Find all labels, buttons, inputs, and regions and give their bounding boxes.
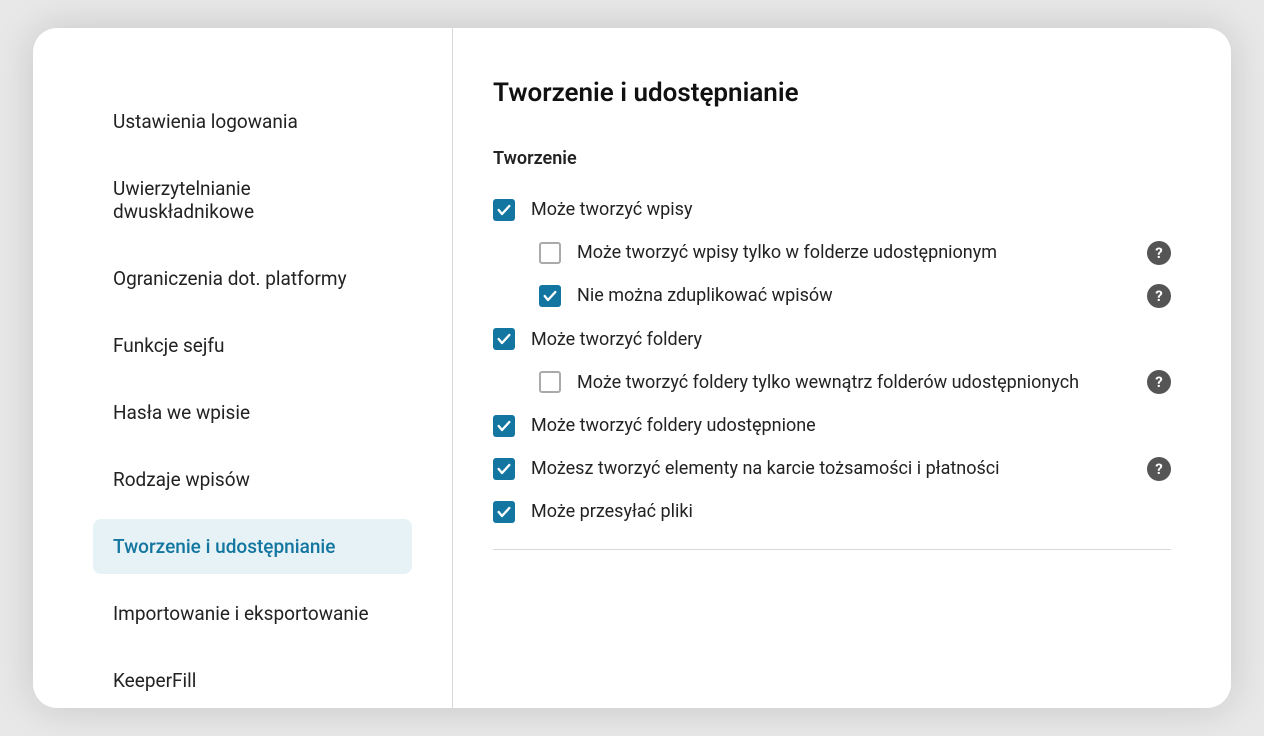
option-row-1: Może tworzyć wpisy tylko w folderze udos… (539, 240, 1171, 265)
option-label: Może tworzyć foldery tylko wewnątrz fold… (577, 370, 1131, 395)
options-list: Może tworzyć wpisy Może tworzyć wpisy tyl… (493, 197, 1171, 525)
checkbox-3[interactable] (493, 328, 515, 350)
help-icon[interactable]: ? (1147, 284, 1171, 308)
option-row-3: Może tworzyć foldery (493, 327, 1171, 352)
checkbox-2[interactable] (539, 285, 561, 307)
option-row-0: Może tworzyć wpisy (493, 197, 1171, 222)
sidebar-item-7[interactable]: Importowanie i eksportowanie (93, 586, 412, 641)
section-divider (493, 549, 1171, 550)
checkbox-1[interactable] (539, 242, 561, 264)
sidebar-item-0[interactable]: Ustawienia logowania (93, 94, 412, 149)
settings-card: Ustawienia logowania Uwierzytelnianie dwu… (33, 28, 1231, 708)
sidebar-item-5[interactable]: Rodzaje wpisów (93, 452, 412, 507)
option-label: Może tworzyć wpisy (531, 197, 1171, 222)
option-label: Nie można zduplikować wpisów (577, 283, 1131, 308)
option-label: Może tworzyć foldery udostępnione (531, 413, 1171, 438)
section-title: Tworzenie (493, 148, 1171, 169)
page-title: Tworzenie i udostępnianie (493, 78, 1171, 108)
sidebar-item-8[interactable]: KeeperFill (93, 653, 412, 708)
option-row-4: Może tworzyć foldery tylko wewnątrz fold… (539, 370, 1171, 395)
option-label: Może przesyłać pliki (531, 499, 1171, 524)
option-row-6: Możesz tworzyć elementy na karcie tożsam… (493, 456, 1171, 481)
sidebar-item-2[interactable]: Ograniczenia dot. platformy (93, 251, 412, 306)
checkbox-4[interactable] (539, 371, 561, 393)
settings-sidebar: Ustawienia logowania Uwierzytelnianie dwu… (33, 28, 453, 708)
option-row-7: Może przesyłać pliki (493, 499, 1171, 524)
sidebar-item-3[interactable]: Funkcje sejfu (93, 318, 412, 373)
help-icon[interactable]: ? (1147, 457, 1171, 481)
sidebar-item-6[interactable]: Tworzenie i udostępnianie (93, 519, 412, 574)
checkbox-5[interactable] (493, 415, 515, 437)
checkbox-6[interactable] (493, 458, 515, 480)
option-row-5: Może tworzyć foldery udostępnione (493, 413, 1171, 438)
checkbox-0[interactable] (493, 199, 515, 221)
checkbox-7[interactable] (493, 501, 515, 523)
option-label: Może tworzyć wpisy tylko w folderze udos… (577, 240, 1131, 265)
sidebar-item-1[interactable]: Uwierzytelnianie dwuskładnikowe (93, 161, 412, 239)
sidebar-item-4[interactable]: Hasła we wpisie (93, 385, 412, 440)
option-label: Może tworzyć foldery (531, 327, 1171, 352)
option-label: Możesz tworzyć elementy na karcie tożsam… (531, 456, 1131, 481)
option-row-2: Nie można zduplikować wpisów? (539, 283, 1171, 308)
help-icon[interactable]: ? (1147, 370, 1171, 394)
help-icon[interactable]: ? (1147, 241, 1171, 265)
settings-main: Tworzenie i udostępnianie Tworzenie Może… (453, 28, 1231, 708)
